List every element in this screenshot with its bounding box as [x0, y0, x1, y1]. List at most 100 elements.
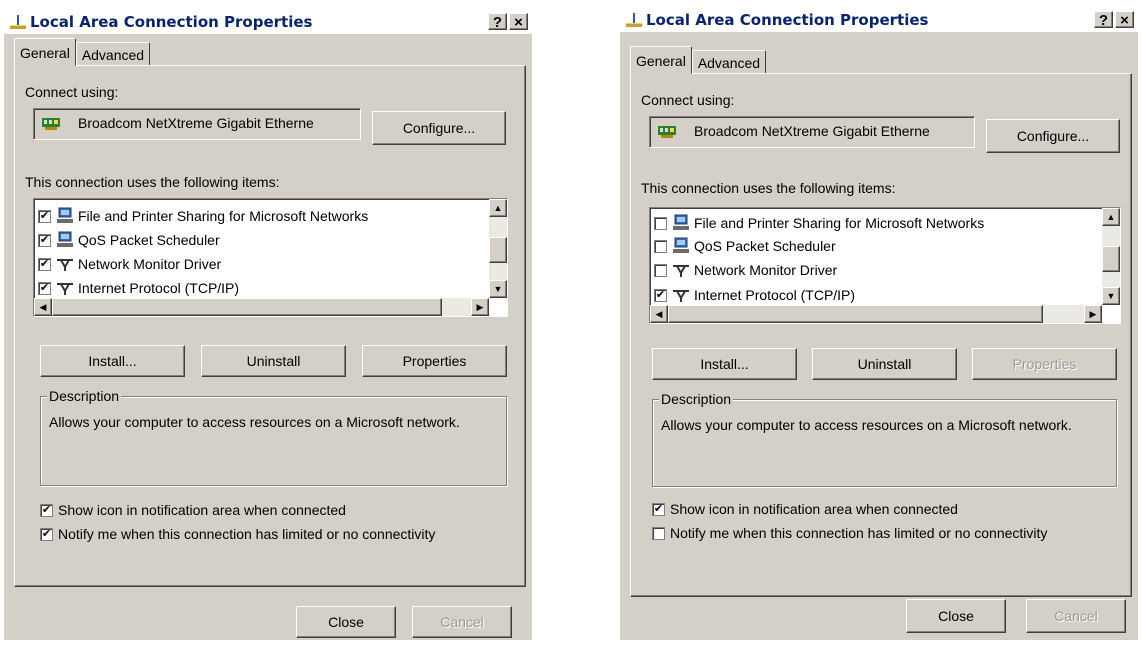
adapter-field: Broadcom NetXtreme Gigabit Etherne — [649, 116, 975, 148]
item-checkbox[interactable] — [654, 216, 667, 230]
close-button[interactable]: Close — [906, 599, 1006, 633]
cancel-button[interactable]: Cancel — [412, 606, 512, 638]
scroll-up-icon[interactable]: ▲ — [1102, 208, 1120, 226]
list-item[interactable]: Network Monitor Driver — [38, 252, 221, 276]
network-adapter-icon — [42, 118, 60, 130]
properties-button[interactable]: Properties — [972, 348, 1117, 380]
connect-using-label: Connect using: — [641, 92, 735, 108]
show-icon-checkbox[interactable] — [652, 502, 665, 516]
show-icon-option[interactable]: Show icon in notification area when conn… — [652, 501, 958, 517]
network-computer-icon — [57, 231, 73, 247]
tab-general[interactable]: General — [630, 46, 692, 74]
list-item[interactable]: QoS Packet Scheduler — [38, 228, 220, 252]
item-label: QoS Packet Scheduler — [694, 238, 836, 254]
list-item[interactable]: File and Printer Sharing for Microsoft N… — [654, 211, 984, 235]
description-group: Description Allows your computer to acce… — [652, 391, 1117, 487]
items-label: This connection uses the following items… — [641, 180, 896, 196]
properties-button[interactable]: Properties — [362, 345, 507, 377]
tab-advanced[interactable]: Advanced — [75, 42, 151, 66]
description-text: Allows your computer to access resources… — [661, 417, 1072, 433]
show-icon-checkbox[interactable] — [40, 503, 53, 517]
network-connection-icon — [10, 15, 26, 29]
scroll-thumb[interactable] — [489, 237, 507, 263]
scroll-right-icon[interactable]: ▶ — [471, 298, 489, 316]
vertical-scrollbar[interactable]: ▲ ▼ — [1102, 208, 1120, 305]
properties-dialog-left: Local Area Connection Properties ? × Gen… — [4, 10, 532, 640]
protocol-icon — [57, 259, 73, 271]
item-label: File and Printer Sharing for Microsoft N… — [78, 208, 369, 224]
item-checkbox[interactable] — [654, 263, 667, 277]
title-bar: Local Area Connection Properties ? × — [620, 8, 1138, 32]
vertical-scrollbar[interactable]: ▲ ▼ — [489, 199, 507, 298]
description-legend: Description — [659, 391, 734, 407]
title-bar: Local Area Connection Properties ? × — [4, 10, 532, 34]
notify-checkbox[interactable] — [40, 527, 53, 541]
show-icon-option[interactable]: Show icon in notification area when conn… — [40, 502, 346, 518]
item-label: File and Printer Sharing for Microsoft N… — [694, 215, 985, 231]
protocol-icon — [57, 283, 73, 295]
item-checkbox[interactable] — [38, 257, 51, 271]
list-item[interactable]: QoS Packet Scheduler — [654, 234, 836, 258]
connect-using-label: Connect using: — [25, 84, 119, 100]
notify-option[interactable]: Notify me when this connection has limit… — [40, 526, 435, 542]
scroll-thumb[interactable] — [52, 298, 442, 316]
item-checkbox[interactable] — [38, 209, 51, 223]
close-button[interactable]: Close — [296, 606, 396, 638]
list-item[interactable]: Internet Protocol (TCP/IP) — [38, 276, 239, 300]
notify-label: Notify me when this connection has limit… — [58, 526, 436, 542]
components-list[interactable]: File and Printer Sharing for Microsoft N… — [33, 198, 508, 317]
scroll-left-icon[interactable]: ◀ — [34, 298, 52, 316]
protocol-icon — [673, 265, 689, 277]
scroll-thumb[interactable] — [1102, 246, 1120, 272]
components-list[interactable]: File and Printer Sharing for Microsoft N… — [649, 207, 1121, 324]
horizontal-scrollbar[interactable]: ◀ ▶ — [650, 305, 1102, 323]
window-title: Local Area Connection Properties — [30, 13, 313, 31]
uninstall-button[interactable]: Uninstall — [812, 348, 957, 380]
uninstall-button[interactable]: Uninstall — [201, 345, 346, 377]
notify-label: Notify me when this connection has limit… — [670, 525, 1048, 541]
protocol-icon — [673, 290, 689, 302]
show-icon-label: Show icon in notification area when conn… — [670, 501, 958, 517]
description-legend: Description — [47, 388, 122, 404]
scroll-up-icon[interactable]: ▲ — [489, 199, 507, 217]
item-checkbox[interactable] — [38, 233, 51, 247]
tab-advanced[interactable]: Advanced — [691, 50, 767, 74]
cancel-button[interactable]: Cancel — [1026, 599, 1126, 633]
scroll-left-icon[interactable]: ◀ — [650, 305, 668, 323]
install-button[interactable]: Install... — [40, 345, 185, 377]
properties-dialog-right: Local Area Connection Properties ? × Gen… — [620, 8, 1138, 640]
configure-button[interactable]: Configure... — [986, 119, 1120, 153]
item-label: Network Monitor Driver — [78, 256, 222, 272]
scroll-down-icon[interactable]: ▼ — [489, 280, 507, 298]
notify-checkbox[interactable] — [652, 526, 665, 540]
item-label: Network Monitor Driver — [694, 262, 838, 278]
network-adapter-icon — [658, 126, 676, 138]
list-item[interactable]: File and Printer Sharing for Microsoft N… — [38, 204, 368, 228]
list-item[interactable]: Internet Protocol (TCP/IP) — [654, 283, 855, 307]
configure-button[interactable]: Configure... — [372, 111, 506, 145]
list-item[interactable]: Network Monitor Driver — [654, 258, 837, 282]
scroll-thumb[interactable] — [668, 305, 1043, 323]
network-computer-icon — [57, 207, 73, 223]
item-checkbox[interactable] — [38, 281, 51, 295]
adapter-field: Broadcom NetXtreme Gigabit Etherne — [33, 108, 361, 140]
description-group: Description Allows your computer to acce… — [40, 388, 507, 486]
close-window-button[interactable]: × — [1115, 11, 1134, 29]
general-panel: Connect using: Broadcom NetXtreme Gigabi… — [14, 65, 526, 587]
help-button[interactable]: ? — [1094, 11, 1113, 29]
description-text: Allows your computer to access resources… — [49, 414, 460, 430]
tab-strip: General Advanced — [14, 38, 151, 66]
help-button[interactable]: ? — [488, 13, 507, 31]
items-label: This connection uses the following items… — [25, 174, 280, 190]
item-label: Internet Protocol (TCP/IP) — [78, 280, 240, 296]
horizontal-scrollbar[interactable]: ◀ ▶ — [34, 298, 489, 316]
tab-general[interactable]: General — [14, 38, 76, 66]
adapter-name: Broadcom NetXtreme Gigabit Etherne — [78, 115, 314, 131]
item-checkbox[interactable] — [654, 239, 667, 253]
notify-option[interactable]: Notify me when this connection has limit… — [652, 525, 1047, 541]
install-button[interactable]: Install... — [652, 348, 797, 380]
item-checkbox[interactable] — [654, 288, 667, 302]
scroll-right-icon[interactable]: ▶ — [1084, 305, 1102, 323]
close-window-button[interactable]: × — [509, 13, 528, 31]
scroll-down-icon[interactable]: ▼ — [1102, 287, 1120, 305]
